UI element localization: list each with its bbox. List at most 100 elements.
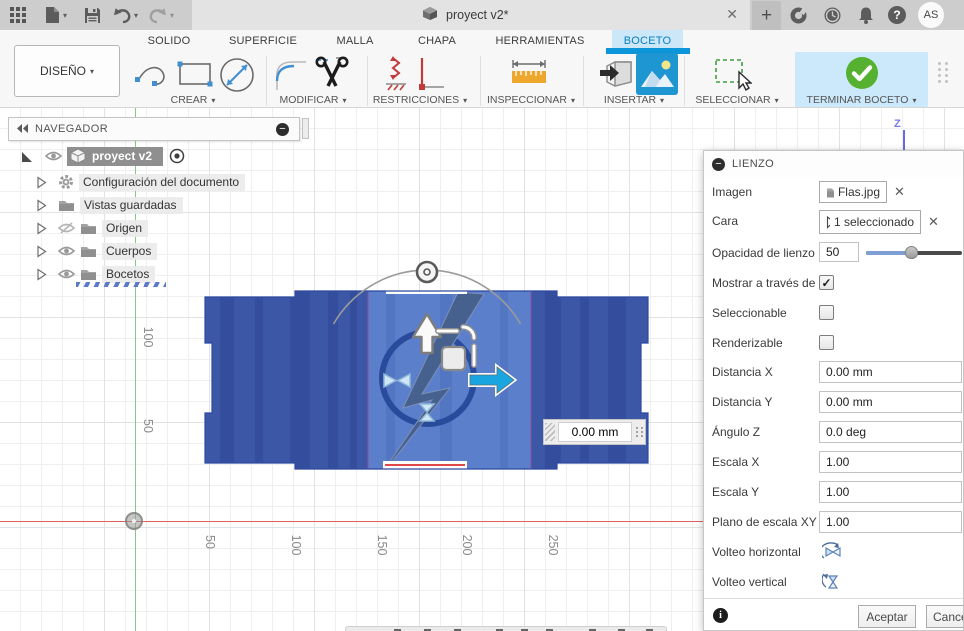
- redo-icon[interactable]: [148, 5, 168, 25]
- undo-caret-icon[interactable]: ▾: [131, 5, 141, 25]
- tree-row-root[interactable]: proyect v2: [20, 146, 190, 166]
- distance-y-input[interactable]: [819, 391, 962, 413]
- expander-icon[interactable]: [36, 221, 47, 235]
- close-tab-icon[interactable]: ✕: [726, 6, 738, 23]
- expander-open-icon[interactable]: [20, 150, 33, 163]
- activate-radio-icon[interactable]: [169, 148, 185, 164]
- tree-row-configuracion[interactable]: Configuración del documento: [36, 173, 246, 191]
- info-icon[interactable]: i: [713, 608, 728, 623]
- finish-sketch-button[interactable]: TERMINAR BOCETO ▾: [795, 52, 928, 107]
- expander-icon[interactable]: [36, 175, 47, 189]
- new-tab-button[interactable]: +: [752, 1, 781, 30]
- angle-z-input[interactable]: [819, 421, 962, 443]
- flip-vertical-icon[interactable]: [821, 572, 842, 593]
- opacity-slider[interactable]: [866, 246, 962, 259]
- circle-tool-icon[interactable]: [218, 56, 256, 97]
- group-label-seleccionar[interactable]: SELECCIONAR ▾: [686, 93, 788, 107]
- origin-marker[interactable]: [125, 512, 143, 530]
- options-grip-icon[interactable]: [636, 427, 644, 437]
- avatar[interactable]: AS: [918, 2, 944, 28]
- group-label-insertar[interactable]: INSERTAR ▾: [592, 93, 676, 107]
- tab-solido[interactable]: SOLIDO: [134, 30, 204, 52]
- tab-superficie[interactable]: SUPERFICIE: [216, 30, 310, 52]
- expander-icon[interactable]: [36, 267, 47, 281]
- group-label-restricciones[interactable]: RESTRICCIONES ▾: [367, 93, 473, 107]
- measure-tool-icon[interactable]: [508, 58, 550, 93]
- navigator-header[interactable]: NAVEGADOR −: [8, 117, 300, 141]
- fillet-tool-icon[interactable]: [274, 57, 310, 96]
- rotate-handle[interactable]: [415, 260, 439, 284]
- root-highlight[interactable]: proyect v2: [67, 146, 164, 166]
- redo-caret-icon[interactable]: ▾: [167, 5, 177, 25]
- dimension-input-box[interactable]: [543, 419, 646, 445]
- show-through-checkbox[interactable]: ✓: [819, 275, 834, 290]
- distance-x-input[interactable]: [819, 361, 962, 383]
- panel-minus-icon[interactable]: −: [276, 122, 289, 136]
- orthogonal-constraint-icon[interactable]: [414, 56, 446, 97]
- caret-down-icon: ▾: [912, 95, 917, 105]
- face-select-button[interactable]: 1 seleccionado: [819, 210, 921, 234]
- group-label-modificar[interactable]: MODIFICAR ▾: [266, 93, 360, 107]
- ribbon-overflow-grip[interactable]: [938, 62, 949, 83]
- arc-tool-icon[interactable]: [133, 57, 171, 94]
- opacity-slider-thumb[interactable]: [905, 246, 918, 259]
- rectangle-tool-icon[interactable]: [176, 60, 214, 91]
- expander-icon[interactable]: [36, 244, 47, 258]
- renderable-checkbox[interactable]: [819, 335, 834, 350]
- scale-plane-xy-input[interactable]: [819, 511, 962, 533]
- view-dock-bar[interactable]: [345, 626, 667, 631]
- panel-minus-icon[interactable]: −: [712, 157, 725, 171]
- select-tool-icon[interactable]: [714, 58, 753, 95]
- field-row-escala-x: Escala X: [704, 451, 963, 475]
- expander-icon[interactable]: [36, 198, 47, 212]
- tree-row-bocetos[interactable]: Bocetos: [36, 265, 156, 283]
- insert-derive-icon[interactable]: [598, 56, 636, 95]
- eye-off-icon[interactable]: [58, 221, 75, 235]
- flip-horizontal-handle[interactable]: [383, 372, 411, 389]
- help-icon[interactable]: ?: [888, 6, 906, 24]
- drag-grip-icon[interactable]: [545, 423, 555, 441]
- selectable-checkbox[interactable]: [819, 305, 834, 320]
- job-status-icon[interactable]: [788, 5, 808, 25]
- scale-x-input[interactable]: [819, 451, 962, 473]
- move-right-arrow[interactable]: [468, 362, 518, 398]
- app-grid-icon[interactable]: [8, 5, 28, 25]
- save-icon[interactable]: [82, 5, 102, 25]
- file-menu-icon[interactable]: [42, 5, 62, 25]
- tab-malla[interactable]: MALLA: [320, 30, 390, 52]
- navigator-resize-grip[interactable]: [302, 118, 309, 139]
- tree-row-cuerpos[interactable]: Cuerpos: [36, 242, 158, 260]
- canvas-dialog-header[interactable]: − LIENZO: [704, 151, 963, 177]
- trim-tool-icon[interactable]: [312, 54, 352, 97]
- eye-icon[interactable]: [58, 245, 75, 258]
- canvas-tool-icon[interactable]: [636, 53, 678, 98]
- free-move-handle[interactable]: [440, 345, 467, 372]
- cancel-button[interactable]: Cancelar: [926, 605, 963, 628]
- file-menu-caret-icon[interactable]: ▾: [60, 5, 70, 25]
- undo-icon[interactable]: [112, 5, 132, 25]
- dimension-input[interactable]: [558, 422, 632, 442]
- tab-herramientas[interactable]: HERRAMIENTAS: [490, 30, 590, 52]
- flip-vertical-handle[interactable]: [418, 403, 436, 422]
- history-clock-icon[interactable]: [822, 5, 842, 25]
- group-label-inspeccionar[interactable]: INSPECCIONAR ▾: [480, 93, 582, 107]
- tree-row-origen[interactable]: Origen: [36, 219, 149, 237]
- eye-icon[interactable]: [58, 268, 75, 281]
- flip-horizontal-icon[interactable]: [819, 542, 842, 563]
- notifications-bell-icon[interactable]: [856, 5, 876, 25]
- opacity-input[interactable]: [819, 242, 859, 262]
- image-file-button[interactable]: Flas.jpg: [819, 181, 887, 203]
- scale-y-input[interactable]: [819, 481, 962, 503]
- group-label-crear[interactable]: CREAR ▾: [150, 93, 236, 107]
- fix-constraint-icon[interactable]: [383, 56, 409, 97]
- clear-image-icon[interactable]: ✕: [894, 184, 905, 200]
- eye-icon[interactable]: [45, 150, 62, 162]
- design-menu-button[interactable]: DISEÑO ▾: [14, 45, 120, 97]
- document-tab[interactable]: proyect v2* ✕: [192, 0, 750, 30]
- tree-row-vistas[interactable]: Vistas guardadas: [36, 196, 183, 214]
- tab-chapa[interactable]: CHAPA: [402, 30, 472, 52]
- collapse-panel-icon[interactable]: [17, 122, 29, 136]
- accept-button[interactable]: Aceptar: [858, 605, 916, 628]
- group-separator: [583, 56, 584, 106]
- clear-face-icon[interactable]: ✕: [928, 214, 939, 230]
